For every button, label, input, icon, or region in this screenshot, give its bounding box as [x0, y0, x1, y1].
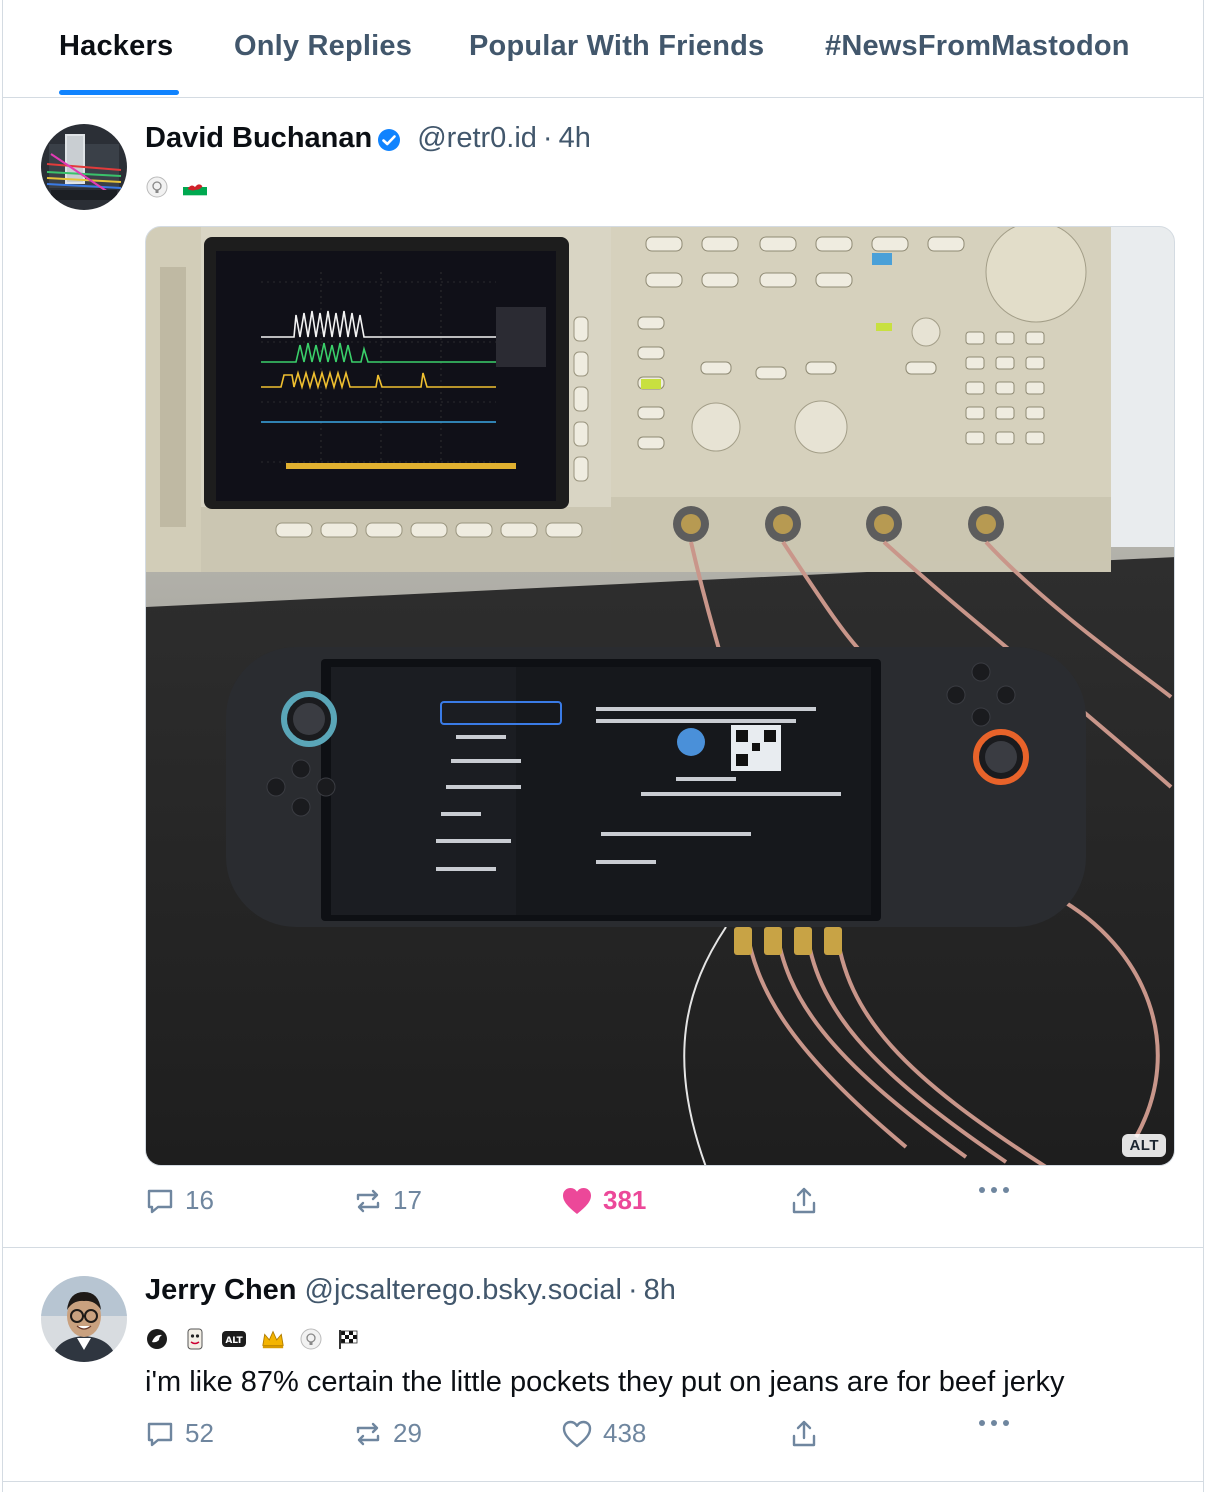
- heart-outline-icon: [562, 1420, 592, 1447]
- repost-button[interactable]: 29: [353, 1418, 422, 1449]
- reply-button[interactable]: 52: [145, 1418, 214, 1449]
- lightbulb-badge-icon: [299, 1328, 323, 1350]
- feed-column: Hackers Only Replies Popular With Friend…: [2, 0, 1204, 1492]
- heart-filled-icon: [563, 1187, 591, 1214]
- separator: ·: [542, 122, 553, 154]
- post-body-text: i'm like 87% certain the little pockets …: [145, 1366, 1065, 1398]
- tab-hackers[interactable]: Hackers: [59, 30, 173, 63]
- verified-check-icon: [377, 127, 401, 151]
- post-author-line: Jerry Chen @jcsalterego.bsky.social · 8h: [145, 1274, 676, 1307]
- like-count: 438: [603, 1418, 647, 1448]
- post-actions: 16 17 381: [145, 1185, 1175, 1225]
- feed-tabs: Hackers Only Replies Popular With Friend…: [3, 0, 1203, 98]
- repost-icon: [356, 1189, 380, 1212]
- author-handle[interactable]: @retr0.id: [417, 122, 537, 155]
- avatar[interactable]: [41, 1276, 127, 1362]
- tab-only-replies[interactable]: Only Replies: [234, 30, 412, 63]
- mask-badge-icon: [183, 1328, 207, 1350]
- share-button[interactable]: [789, 1418, 819, 1450]
- reply-count: 52: [185, 1418, 214, 1448]
- alt-text-badge[interactable]: ALT: [1122, 1134, 1166, 1157]
- welsh-flag-icon: [183, 176, 207, 198]
- share-icon: [792, 1420, 816, 1447]
- reply-count: 16: [185, 1185, 214, 1215]
- share-icon: [792, 1187, 816, 1214]
- checkered-flag-badge-icon: [337, 1328, 361, 1350]
- active-tab-indicator: [59, 90, 179, 95]
- bird-badge-icon: [145, 1328, 169, 1350]
- avatar[interactable]: [41, 124, 127, 210]
- more-options-button[interactable]: [977, 1418, 1011, 1428]
- lightbulb-badge-icon: [145, 176, 169, 198]
- post-timestamp[interactable]: 8h: [644, 1274, 676, 1307]
- tab-news-from-mastodon[interactable]: #NewsFromMastodon: [825, 30, 1130, 63]
- author-display-name[interactable]: Jerry Chen: [145, 1274, 297, 1307]
- repost-count: 29: [393, 1418, 422, 1448]
- author-display-name[interactable]: David Buchanan: [145, 122, 372, 155]
- post-actions: 52 29 438: [145, 1418, 1175, 1458]
- crown-badge-icon: [261, 1328, 285, 1350]
- feed-post[interactable]: Jerry Chen @jcsalterego.bsky.social · 8h…: [3, 1248, 1203, 1482]
- post-author-line: David Buchanan @retr0.id · 4h: [145, 122, 591, 155]
- like-button[interactable]: 381: [561, 1185, 646, 1216]
- profile-badges: ALT: [145, 1328, 361, 1350]
- svg-text:ALT: ALT: [225, 1336, 243, 1346]
- feed-post[interactable]: David Buchanan @retr0.id · 4h ALT 16 17 …: [3, 98, 1203, 1248]
- profile-badges: [145, 176, 207, 198]
- repost-button[interactable]: 17: [353, 1185, 422, 1216]
- author-handle[interactable]: @jcsalterego.bsky.social: [305, 1274, 622, 1307]
- post-timestamp[interactable]: 4h: [559, 122, 591, 155]
- ellipsis-icon: [979, 1420, 1009, 1426]
- share-button[interactable]: [789, 1185, 819, 1217]
- oscilloscope-photo: [146, 227, 1174, 1165]
- reply-icon: [147, 1189, 173, 1213]
- reply-button[interactable]: 16: [145, 1185, 214, 1216]
- repost-count: 17: [393, 1185, 422, 1215]
- post-image[interactable]: ALT: [145, 226, 1175, 1166]
- like-button[interactable]: 438: [561, 1418, 646, 1449]
- reply-icon: [147, 1422, 173, 1446]
- tab-popular-with-friends[interactable]: Popular With Friends: [469, 30, 764, 63]
- like-count: 381: [603, 1185, 647, 1215]
- alt-key-badge-icon: ALT: [221, 1328, 247, 1350]
- separator: ·: [627, 1274, 638, 1306]
- repost-icon: [356, 1422, 380, 1445]
- ellipsis-icon: [979, 1187, 1009, 1193]
- more-options-button[interactable]: [977, 1185, 1011, 1195]
